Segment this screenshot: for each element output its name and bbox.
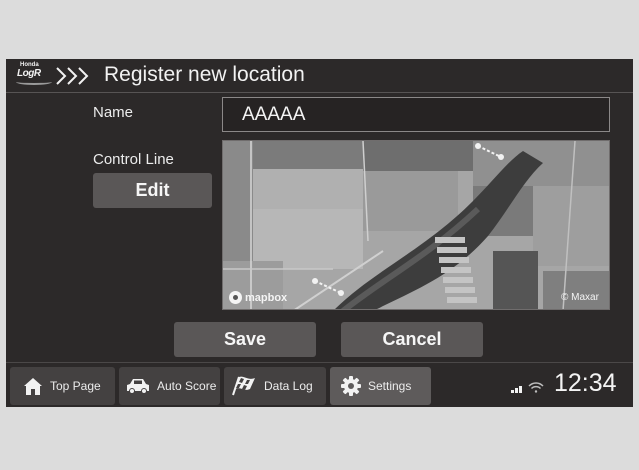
car-icon: [127, 379, 149, 394]
map-imagery: [223, 141, 609, 309]
nav-label: Top Page: [50, 379, 101, 393]
home-icon: [24, 378, 42, 395]
cancel-button[interactable]: Cancel: [341, 322, 483, 357]
mapbox-logo-icon: [229, 291, 242, 304]
header-divider: [6, 92, 633, 93]
wifi-icon: [528, 382, 544, 393]
checkered-flag-icon: [232, 376, 255, 396]
nav-settings[interactable]: Settings: [330, 367, 431, 405]
mapbox-text: mapbox: [245, 291, 288, 304]
clock: 12:34: [554, 369, 617, 397]
gear-icon: [341, 376, 361, 396]
mapbox-attribution: mapbox: [229, 291, 287, 304]
logo-swoosh: [16, 79, 52, 85]
maxar-attribution: © Maxar: [561, 292, 599, 303]
satellite-map[interactable]: mapbox © Maxar: [222, 140, 610, 310]
nav-label: Data Log: [264, 379, 313, 393]
page-title: Register new location: [104, 63, 305, 86]
logo-text: LogR: [17, 68, 41, 79]
nav-data-log[interactable]: Data Log: [224, 367, 326, 405]
nav-auto-score[interactable]: Auto Score: [119, 367, 220, 405]
nav-top-page[interactable]: Top Page: [10, 367, 115, 405]
edit-control-line-button[interactable]: Edit: [93, 173, 212, 208]
app-screen: Honda LogR Register new location Name AA…: [6, 59, 633, 407]
cellular-signal-icon: [511, 386, 522, 393]
name-label: Name: [93, 104, 134, 121]
name-input[interactable]: AAAAA: [222, 97, 610, 132]
header: Honda LogR Register new location: [6, 59, 633, 92]
bottom-nav-bar: Top Page Auto Score Data Log Settings 12…: [6, 362, 633, 407]
honda-logr-logo: Honda LogR: [14, 62, 52, 88]
nav-label: Auto Score: [157, 379, 217, 393]
save-button[interactable]: Save: [174, 322, 316, 357]
nav-label: Settings: [368, 379, 412, 393]
control-line-label: Control Line: [93, 151, 174, 168]
signal-wifi-status: [511, 382, 544, 393]
chevrons-icon: [56, 67, 89, 85]
